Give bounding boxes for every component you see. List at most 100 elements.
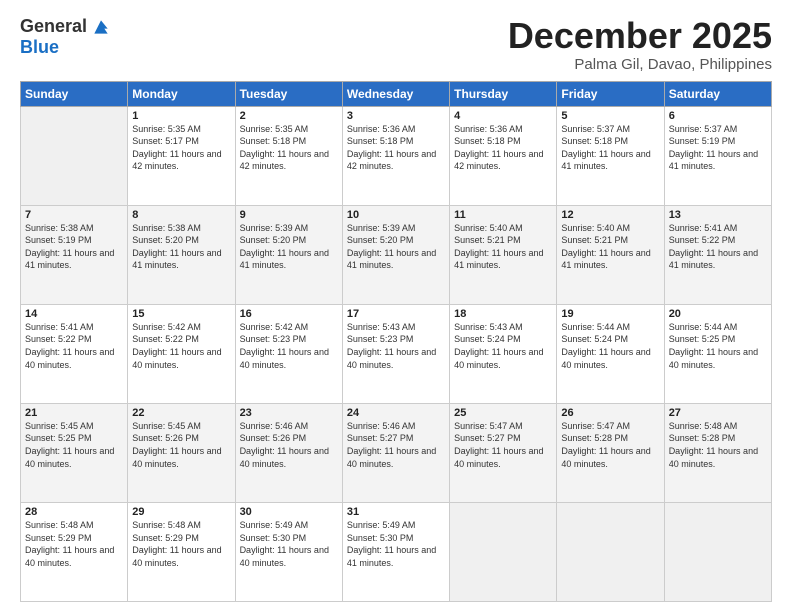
day-info: Sunrise: 5:44 AMSunset: 5:25 PMDaylight:… bbox=[669, 321, 767, 371]
day-info: Sunrise: 5:49 AMSunset: 5:30 PMDaylight:… bbox=[347, 519, 445, 569]
calendar-cell: 21Sunrise: 5:45 AMSunset: 5:25 PMDayligh… bbox=[21, 403, 128, 502]
calendar-cell: 7Sunrise: 5:38 AMSunset: 5:19 PMDaylight… bbox=[21, 205, 128, 304]
day-header-thursday: Thursday bbox=[450, 81, 557, 106]
calendar-table: SundayMondayTuesdayWednesdayThursdayFrid… bbox=[20, 81, 772, 602]
calendar-cell: 11Sunrise: 5:40 AMSunset: 5:21 PMDayligh… bbox=[450, 205, 557, 304]
location: Palma Gil, Davao, Philippines bbox=[508, 56, 772, 73]
day-info: Sunrise: 5:39 AMSunset: 5:20 PMDaylight:… bbox=[347, 222, 445, 272]
day-number: 13 bbox=[669, 209, 767, 221]
day-header-tuesday: Tuesday bbox=[235, 81, 342, 106]
page: General Blue December 2025 Palma Gil, Da… bbox=[0, 0, 792, 612]
day-number: 9 bbox=[240, 209, 338, 221]
calendar-cell: 24Sunrise: 5:46 AMSunset: 5:27 PMDayligh… bbox=[342, 403, 449, 502]
day-info: Sunrise: 5:42 AMSunset: 5:22 PMDaylight:… bbox=[132, 321, 230, 371]
day-number: 3 bbox=[347, 110, 445, 122]
calendar-header-row: SundayMondayTuesdayWednesdayThursdayFrid… bbox=[21, 81, 772, 106]
day-info: Sunrise: 5:45 AMSunset: 5:26 PMDaylight:… bbox=[132, 420, 230, 470]
calendar-cell: 31Sunrise: 5:49 AMSunset: 5:30 PMDayligh… bbox=[342, 502, 449, 601]
calendar-cell bbox=[450, 502, 557, 601]
calendar-week-row: 28Sunrise: 5:48 AMSunset: 5:29 PMDayligh… bbox=[21, 502, 772, 601]
day-number: 29 bbox=[132, 506, 230, 518]
day-info: Sunrise: 5:41 AMSunset: 5:22 PMDaylight:… bbox=[669, 222, 767, 272]
calendar-cell: 8Sunrise: 5:38 AMSunset: 5:20 PMDaylight… bbox=[128, 205, 235, 304]
calendar-cell: 13Sunrise: 5:41 AMSunset: 5:22 PMDayligh… bbox=[664, 205, 771, 304]
day-number: 26 bbox=[561, 407, 659, 419]
calendar-cell bbox=[664, 502, 771, 601]
day-number: 6 bbox=[669, 110, 767, 122]
day-number: 17 bbox=[347, 308, 445, 320]
day-number: 4 bbox=[454, 110, 552, 122]
day-info: Sunrise: 5:47 AMSunset: 5:28 PMDaylight:… bbox=[561, 420, 659, 470]
day-number: 1 bbox=[132, 110, 230, 122]
day-info: Sunrise: 5:41 AMSunset: 5:22 PMDaylight:… bbox=[25, 321, 123, 371]
calendar-cell: 15Sunrise: 5:42 AMSunset: 5:22 PMDayligh… bbox=[128, 304, 235, 403]
title-area: December 2025 Palma Gil, Davao, Philippi… bbox=[508, 16, 772, 73]
day-header-wednesday: Wednesday bbox=[342, 81, 449, 106]
calendar-cell: 2Sunrise: 5:35 AMSunset: 5:18 PMDaylight… bbox=[235, 106, 342, 205]
day-info: Sunrise: 5:38 AMSunset: 5:19 PMDaylight:… bbox=[25, 222, 123, 272]
day-number: 20 bbox=[669, 308, 767, 320]
day-number: 25 bbox=[454, 407, 552, 419]
day-number: 16 bbox=[240, 308, 338, 320]
day-number: 12 bbox=[561, 209, 659, 221]
day-header-sunday: Sunday bbox=[21, 81, 128, 106]
day-header-saturday: Saturday bbox=[664, 81, 771, 106]
day-info: Sunrise: 5:36 AMSunset: 5:18 PMDaylight:… bbox=[454, 123, 552, 173]
day-info: Sunrise: 5:40 AMSunset: 5:21 PMDaylight:… bbox=[561, 222, 659, 272]
day-info: Sunrise: 5:48 AMSunset: 5:29 PMDaylight:… bbox=[132, 519, 230, 569]
day-number: 14 bbox=[25, 308, 123, 320]
calendar-week-row: 7Sunrise: 5:38 AMSunset: 5:19 PMDaylight… bbox=[21, 205, 772, 304]
day-number: 30 bbox=[240, 506, 338, 518]
calendar-cell bbox=[557, 502, 664, 601]
day-number: 18 bbox=[454, 308, 552, 320]
calendar-cell: 17Sunrise: 5:43 AMSunset: 5:23 PMDayligh… bbox=[342, 304, 449, 403]
calendar-cell: 6Sunrise: 5:37 AMSunset: 5:19 PMDaylight… bbox=[664, 106, 771, 205]
calendar-cell: 16Sunrise: 5:42 AMSunset: 5:23 PMDayligh… bbox=[235, 304, 342, 403]
logo-area: General Blue bbox=[20, 16, 113, 58]
day-number: 15 bbox=[132, 308, 230, 320]
calendar-cell bbox=[21, 106, 128, 205]
calendar-cell: 27Sunrise: 5:48 AMSunset: 5:28 PMDayligh… bbox=[664, 403, 771, 502]
header: General Blue December 2025 Palma Gil, Da… bbox=[20, 16, 772, 73]
calendar-cell: 29Sunrise: 5:48 AMSunset: 5:29 PMDayligh… bbox=[128, 502, 235, 601]
calendar-cell: 28Sunrise: 5:48 AMSunset: 5:29 PMDayligh… bbox=[21, 502, 128, 601]
day-info: Sunrise: 5:45 AMSunset: 5:25 PMDaylight:… bbox=[25, 420, 123, 470]
day-info: Sunrise: 5:44 AMSunset: 5:24 PMDaylight:… bbox=[561, 321, 659, 371]
calendar-cell: 4Sunrise: 5:36 AMSunset: 5:18 PMDaylight… bbox=[450, 106, 557, 205]
calendar-cell: 22Sunrise: 5:45 AMSunset: 5:26 PMDayligh… bbox=[128, 403, 235, 502]
day-info: Sunrise: 5:36 AMSunset: 5:18 PMDaylight:… bbox=[347, 123, 445, 173]
day-number: 27 bbox=[669, 407, 767, 419]
logo-icon bbox=[91, 17, 111, 37]
calendar-cell: 12Sunrise: 5:40 AMSunset: 5:21 PMDayligh… bbox=[557, 205, 664, 304]
day-info: Sunrise: 5:42 AMSunset: 5:23 PMDaylight:… bbox=[240, 321, 338, 371]
calendar-cell: 1Sunrise: 5:35 AMSunset: 5:17 PMDaylight… bbox=[128, 106, 235, 205]
day-header-monday: Monday bbox=[128, 81, 235, 106]
logo-blue: Blue bbox=[20, 37, 59, 58]
calendar-cell: 20Sunrise: 5:44 AMSunset: 5:25 PMDayligh… bbox=[664, 304, 771, 403]
day-info: Sunrise: 5:35 AMSunset: 5:18 PMDaylight:… bbox=[240, 123, 338, 173]
calendar-cell: 9Sunrise: 5:39 AMSunset: 5:20 PMDaylight… bbox=[235, 205, 342, 304]
day-info: Sunrise: 5:43 AMSunset: 5:24 PMDaylight:… bbox=[454, 321, 552, 371]
day-number: 31 bbox=[347, 506, 445, 518]
day-number: 2 bbox=[240, 110, 338, 122]
calendar-cell: 30Sunrise: 5:49 AMSunset: 5:30 PMDayligh… bbox=[235, 502, 342, 601]
day-number: 19 bbox=[561, 308, 659, 320]
day-number: 21 bbox=[25, 407, 123, 419]
day-number: 8 bbox=[132, 209, 230, 221]
day-info: Sunrise: 5:40 AMSunset: 5:21 PMDaylight:… bbox=[454, 222, 552, 272]
day-info: Sunrise: 5:48 AMSunset: 5:29 PMDaylight:… bbox=[25, 519, 123, 569]
calendar-cell: 10Sunrise: 5:39 AMSunset: 5:20 PMDayligh… bbox=[342, 205, 449, 304]
day-number: 11 bbox=[454, 209, 552, 221]
calendar-cell: 18Sunrise: 5:43 AMSunset: 5:24 PMDayligh… bbox=[450, 304, 557, 403]
day-number: 28 bbox=[25, 506, 123, 518]
day-info: Sunrise: 5:47 AMSunset: 5:27 PMDaylight:… bbox=[454, 420, 552, 470]
day-info: Sunrise: 5:43 AMSunset: 5:23 PMDaylight:… bbox=[347, 321, 445, 371]
day-info: Sunrise: 5:49 AMSunset: 5:30 PMDaylight:… bbox=[240, 519, 338, 569]
day-number: 23 bbox=[240, 407, 338, 419]
day-header-friday: Friday bbox=[557, 81, 664, 106]
day-info: Sunrise: 5:38 AMSunset: 5:20 PMDaylight:… bbox=[132, 222, 230, 272]
calendar-cell: 5Sunrise: 5:37 AMSunset: 5:18 PMDaylight… bbox=[557, 106, 664, 205]
day-number: 5 bbox=[561, 110, 659, 122]
calendar-cell: 19Sunrise: 5:44 AMSunset: 5:24 PMDayligh… bbox=[557, 304, 664, 403]
day-info: Sunrise: 5:37 AMSunset: 5:18 PMDaylight:… bbox=[561, 123, 659, 173]
